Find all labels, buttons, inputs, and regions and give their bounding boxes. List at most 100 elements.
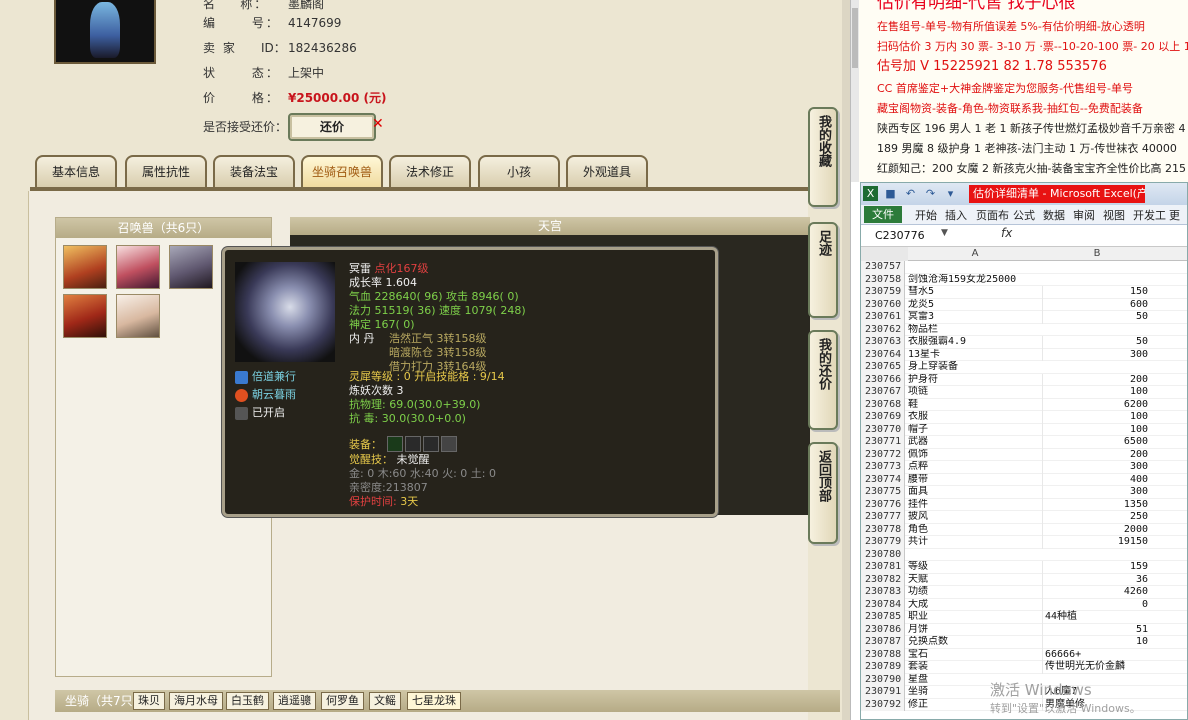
save-icon[interactable]: ■	[883, 186, 898, 201]
sheet-row[interactable]: 230761 冥雷3 50	[861, 311, 1187, 324]
page-scrollbar[interactable]	[842, 0, 850, 720]
mount-tab[interactable]: 海月水母	[169, 692, 223, 710]
sheet-row[interactable]: 230775 面具 300	[861, 486, 1187, 499]
sheet-row[interactable]: 230787 兑换点数 10	[861, 636, 1187, 649]
cell-a[interactable]: 角色	[908, 524, 1042, 537]
name-box[interactable]: C230776	[865, 227, 953, 244]
cell-a[interactable]: 挂件	[908, 499, 1042, 512]
cell-a[interactable]: 13星卡	[908, 349, 1042, 362]
pet-thumb[interactable]	[116, 245, 160, 289]
row-number[interactable]: 230782	[861, 573, 905, 586]
sheet-row[interactable]: 230778 角色 2000	[861, 523, 1187, 537]
cell-b[interactable]: 0	[1042, 598, 1152, 611]
cell-b[interactable]: 2000	[1042, 523, 1152, 536]
row-number[interactable]: 230785	[861, 611, 905, 624]
cell-a[interactable]: 佩饰	[908, 449, 1042, 462]
sheet-row[interactable]: 230782 天赋 36	[861, 573, 1187, 587]
sheet-row[interactable]: 230769 衣服 100	[861, 411, 1187, 424]
row-number[interactable]: 230779	[861, 536, 905, 549]
row-number[interactable]: 230757	[861, 261, 905, 274]
fx-icon[interactable]: fx	[1001, 226, 1012, 240]
row-number[interactable]: 230783	[861, 586, 905, 599]
cell-a[interactable]: 天赋	[908, 574, 1042, 587]
mount-tab[interactable]: 白玉鹤	[226, 692, 269, 710]
row-number[interactable]: 230776	[861, 498, 905, 511]
cell-b[interactable]: 400	[1042, 473, 1152, 486]
ribbon-tab-review[interactable]: 审阅	[1073, 207, 1095, 224]
cell-b[interactable]: 51	[1042, 623, 1152, 636]
pet-thumb[interactable]	[63, 294, 107, 338]
mount-tab[interactable]: 何罗鱼	[321, 692, 364, 710]
row-number[interactable]: 230775	[861, 486, 905, 499]
column-header-b[interactable]: B	[1042, 247, 1152, 261]
sheet-row[interactable]: 230760 龙炎5 600	[861, 298, 1187, 312]
equip-slot[interactable]	[387, 436, 403, 452]
sheet-row[interactable]: 230765 身上穿装备	[861, 361, 1187, 374]
cell-b[interactable]: 36	[1042, 573, 1152, 586]
my-bargains-button[interactable]: 我的还价	[808, 330, 838, 430]
cell-b[interactable]: 250	[1042, 511, 1152, 524]
sheet-row[interactable]: 230764 13星卡 300	[861, 348, 1187, 362]
sheet-row[interactable]: 230788 宝石 66666+	[861, 648, 1187, 662]
row-number[interactable]: 230758	[861, 273, 905, 286]
cell-b[interactable]: 150	[1042, 286, 1152, 299]
cell-b[interactable]: 50	[1042, 336, 1152, 349]
cell-a[interactable]: 等级	[908, 561, 1042, 574]
ribbon-tab-home[interactable]: 开始	[915, 207, 937, 224]
row-number[interactable]: 230774	[861, 473, 905, 486]
cell-a[interactable]: 帽子	[908, 424, 1042, 437]
cell-a[interactable]: 腰带	[908, 474, 1042, 487]
cell-b[interactable]: 100	[1042, 386, 1152, 399]
tab-mounts-pets[interactable]: 坐骑召唤兽	[301, 155, 383, 189]
row-number[interactable]: 230791	[861, 686, 905, 699]
row-number[interactable]: 230787	[861, 636, 905, 649]
cell-b[interactable]: 300	[1042, 348, 1152, 361]
chevron-down-icon[interactable]: ▼	[941, 228, 948, 238]
cell-b[interactable]: 6200	[1042, 398, 1152, 411]
cell-a[interactable]: 套装	[908, 661, 1042, 674]
chevron-down-icon[interactable]: ▾	[943, 186, 958, 201]
row-number[interactable]: 230790	[861, 673, 905, 686]
row-number[interactable]: 230772	[861, 448, 905, 461]
sheet-row[interactable]: 230785 职业 44种植	[861, 611, 1187, 624]
pet-thumb[interactable]	[63, 245, 107, 289]
cell-a[interactable]: 职业	[908, 611, 1042, 624]
mount-tab-active[interactable]: 七星龙珠	[407, 692, 461, 710]
tab-attributes[interactable]: 属性抗性	[125, 155, 207, 189]
cell-a[interactable]: 身上穿装备	[908, 361, 1042, 374]
cell-a[interactable]: 龙炎5	[908, 299, 1042, 312]
tab-appearance-items[interactable]: 外观道具	[566, 155, 648, 189]
cell-b[interactable]: 100	[1042, 411, 1152, 424]
sheet-row[interactable]: 230766 护身符 200	[861, 373, 1187, 386]
bargain-button[interactable]: 还价	[288, 113, 376, 141]
sheet-row[interactable]: 230784 大成 0	[861, 598, 1187, 611]
row-number[interactable]: 230767	[861, 386, 905, 399]
sheet-row[interactable]: 230779 共计 19150	[861, 536, 1187, 549]
cell-b[interactable]: 1350	[1042, 498, 1152, 511]
cell-b[interactable]: 600	[1042, 298, 1152, 311]
sheet-row[interactable]: 230777 披风 250	[861, 511, 1187, 524]
cell-a[interactable]: 兑换点数	[908, 636, 1042, 649]
sheet-row[interactable]: 230768 鞋 6200	[861, 398, 1187, 411]
row-number[interactable]: 230773	[861, 461, 905, 474]
row-number[interactable]: 230764	[861, 348, 905, 361]
advert-scroll-thumb[interactable]	[852, 8, 858, 68]
sheet-row[interactable]: 230770 帽子 100	[861, 423, 1187, 437]
row-number[interactable]: 230761	[861, 311, 905, 324]
cell-a[interactable]: 彗水5	[908, 286, 1042, 299]
tab-children[interactable]: 小孩	[478, 155, 560, 189]
row-number[interactable]: 230771	[861, 436, 905, 449]
sheet-row[interactable]: 230763 衣服强霸4.9 50	[861, 336, 1187, 349]
sheet-row[interactable]: 230762 物品栏	[861, 323, 1187, 336]
cell-b[interactable]: 19150	[1042, 536, 1152, 549]
cell-a[interactable]: 功绩	[908, 586, 1042, 599]
back-to-top-button[interactable]: 返回顶部	[808, 442, 838, 544]
cell-a[interactable]: 剑蚀沧海159女龙25000	[908, 274, 1042, 287]
row-number[interactable]: 230778	[861, 523, 905, 536]
equip-slot[interactable]	[423, 436, 439, 452]
ribbon-tab-data[interactable]: 数据	[1043, 207, 1065, 224]
row-number[interactable]: 230763	[861, 336, 905, 349]
cell-a[interactable]: 宝石	[908, 649, 1042, 662]
mount-tab[interactable]: 逍遥骢	[273, 692, 316, 710]
cell-b[interactable]: 66666+	[1042, 648, 1152, 661]
